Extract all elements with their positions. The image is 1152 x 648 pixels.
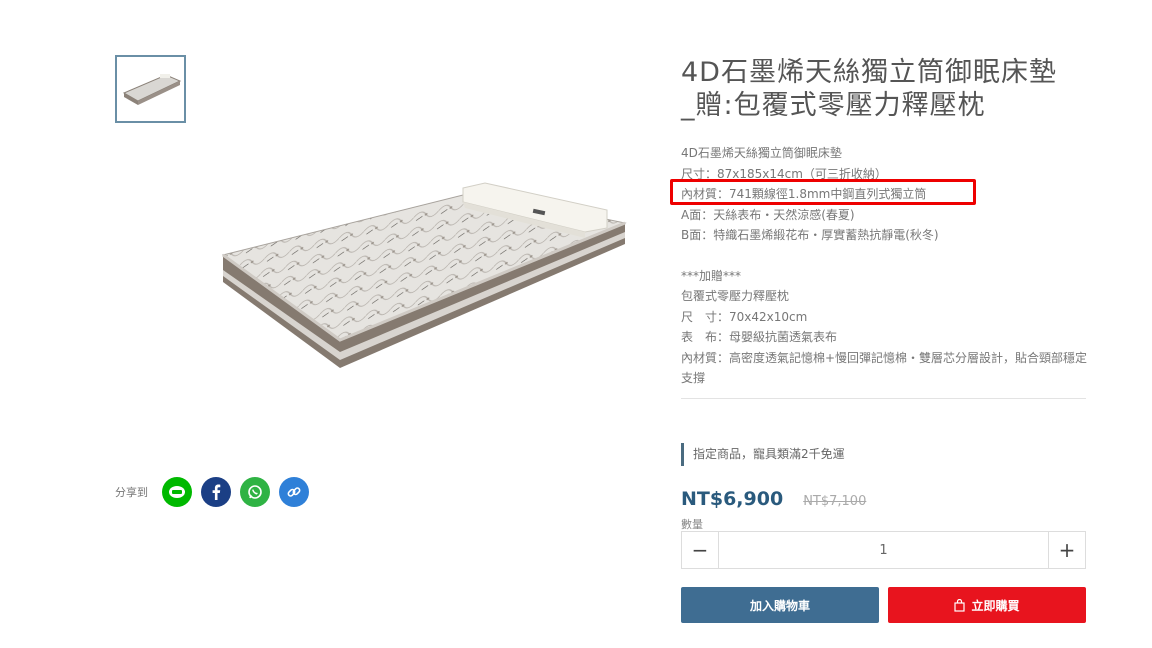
facebook-icon — [212, 484, 221, 500]
desc-line-side-b: B面：特織石墨烯緞花布・厚實蓄熱抗靜電(秋冬) — [681, 228, 939, 242]
gift-header: ***加贈*** — [681, 268, 742, 283]
quantity-input[interactable] — [719, 532, 1048, 568]
product-title-line1: 4D石墨烯天絲獨立筒御眠床墊 — [681, 57, 1057, 88]
copy-link-button[interactable] — [279, 477, 309, 507]
add-to-cart-label: 加入購物車 — [749, 598, 810, 613]
share-bar: 分享到 — [115, 477, 318, 507]
gift-line-size: 尺 寸：70x42x10cm — [681, 309, 808, 324]
gift-line-material: 內材質：高密度透氣記憶棉+慢回彈記憶棉・雙層芯分層設計，貼合頸部穩定支撐 — [681, 350, 1088, 386]
promo-banner: 指定商品，寵具類滿2千免運 — [681, 443, 845, 466]
buy-now-label: 立即購買 — [971, 598, 1020, 613]
mattress-product-image — [221, 182, 627, 368]
product-title-line2: _贈:包覆式零壓力釋壓枕 — [681, 90, 986, 121]
product-title: 4D石墨烯天絲獨立筒御眠床墊 _贈:包覆式零壓力釋壓枕 — [681, 56, 1091, 122]
quantity-stepper: − + — [681, 531, 1086, 569]
copy-link-icon — [287, 487, 301, 497]
shopping-bag-icon — [954, 598, 966, 612]
product-thumbnail[interactable] — [115, 55, 186, 123]
section-divider — [681, 398, 1086, 399]
mattress-thumbnail-image — [122, 74, 181, 105]
material-highlight-box — [670, 179, 976, 205]
add-to-cart-button[interactable]: 加入購物車 — [681, 587, 879, 623]
whatsapp-icon — [248, 485, 262, 499]
desc-line-name: 4D石墨烯天絲獨立筒御眠床墊 — [681, 146, 842, 160]
line-share-button[interactable] — [162, 477, 192, 507]
quantity-increase-button[interactable]: + — [1048, 532, 1085, 568]
current-price: NT$6,900 — [681, 488, 784, 510]
original-price: NT$7,100 — [803, 494, 867, 509]
price-row: NT$6,900 NT$7,100 — [681, 488, 866, 510]
facebook-share-button[interactable] — [201, 477, 231, 507]
gift-line-fabric: 表 布：母嬰級抗菌透氣表布 — [681, 330, 838, 344]
share-label: 分享到 — [115, 486, 148, 499]
gift-line-name: 包覆式零壓力釋壓枕 — [681, 289, 790, 303]
quantity-decrease-button[interactable]: − — [682, 532, 719, 568]
whatsapp-share-button[interactable] — [240, 477, 270, 507]
buy-now-button[interactable]: 立即購買 — [888, 587, 1086, 623]
quantity-label: 數量 — [681, 518, 703, 531]
desc-line-side-a: A面：天絲表布・天然涼感(春夏) — [681, 207, 855, 222]
line-icon — [169, 486, 185, 498]
